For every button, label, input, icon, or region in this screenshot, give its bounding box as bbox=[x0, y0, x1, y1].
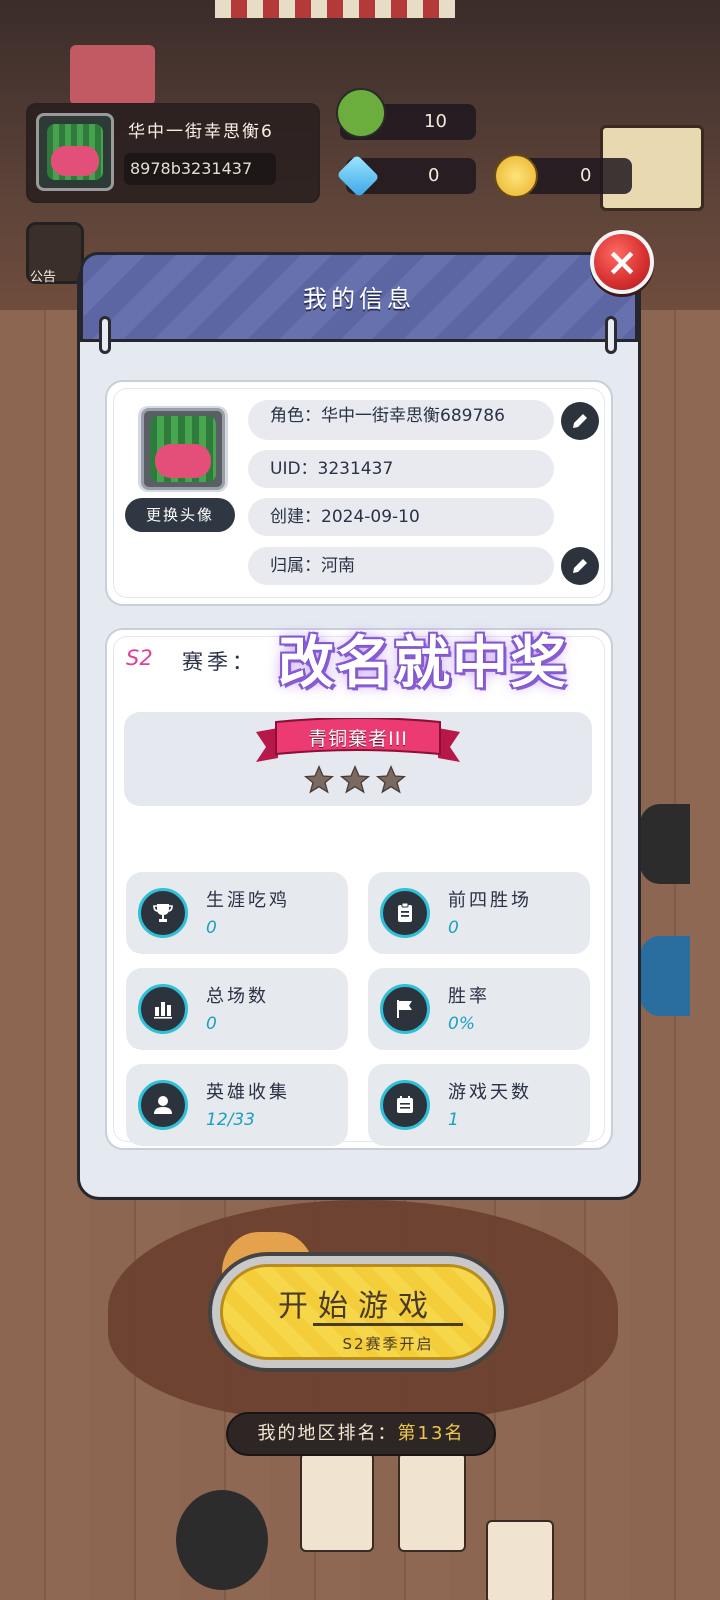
start-game-button[interactable]: 开始游戏 S2赛季开启 bbox=[208, 1252, 508, 1372]
region-rank-badge[interactable]: 我的地区排名：第13名 bbox=[226, 1412, 496, 1456]
stat-value: 0% bbox=[448, 1014, 475, 1034]
watermelon-avatar-icon bbox=[150, 416, 216, 482]
stat-value: 0 bbox=[206, 1014, 217, 1034]
clipboard-icon bbox=[380, 888, 430, 938]
stat-value: 12/33 bbox=[206, 1110, 255, 1130]
stat-label: 胜率 bbox=[448, 986, 490, 1007]
dialog-header: 我的信息 bbox=[80, 252, 638, 342]
card-decoration bbox=[398, 1452, 466, 1552]
start-game-label: 开始游戏 bbox=[278, 1289, 438, 1324]
watermelon-avatar-icon bbox=[47, 124, 103, 180]
player-uid: 8978b3231437 bbox=[124, 153, 276, 185]
profile-avatar[interactable] bbox=[138, 406, 228, 492]
dialog-title: 我的信息 bbox=[303, 285, 415, 313]
season-open-label: S2赛季开启 bbox=[342, 1335, 434, 1353]
stat-total-games: 总场数 0 bbox=[126, 968, 348, 1050]
side-button-decoration[interactable] bbox=[640, 936, 690, 1016]
edit-name-button[interactable] bbox=[561, 402, 599, 440]
bar-chart-icon bbox=[138, 984, 188, 1034]
stat-value: 0 bbox=[206, 918, 217, 938]
star-icon bbox=[339, 764, 371, 794]
pencil-icon bbox=[573, 414, 587, 428]
rank-title: 青铜棄者III bbox=[308, 728, 408, 750]
stat-top-four: 前四胜场 0 bbox=[368, 872, 590, 954]
region-rank-label: 我的地区排名： bbox=[257, 1423, 398, 1444]
player-name: 华中一街幸思衡6 bbox=[128, 122, 274, 142]
diamond-value: 0 bbox=[428, 165, 440, 186]
region-field: 归属：河南 bbox=[248, 547, 554, 585]
cat-decoration bbox=[176, 1490, 268, 1590]
player-avatar[interactable] bbox=[36, 113, 114, 191]
change-avatar-button[interactable]: 更换头像 bbox=[125, 498, 235, 532]
stat-label: 前四胜场 bbox=[448, 890, 532, 911]
binder-ring-icon bbox=[99, 316, 111, 354]
pencil-icon bbox=[573, 559, 587, 573]
stat-win-rate: 胜率 0% bbox=[368, 968, 590, 1050]
flag-icon bbox=[380, 984, 430, 1034]
stat-value: 1 bbox=[448, 1110, 459, 1130]
frog-icon bbox=[336, 88, 386, 138]
coin-value: 0 bbox=[580, 165, 592, 186]
season-label: 赛季： bbox=[182, 650, 257, 674]
uid-field: UID：3231437 bbox=[248, 450, 554, 488]
stat-label: 英雄收集 bbox=[206, 1082, 290, 1103]
shelf-decoration bbox=[70, 45, 155, 105]
promo-overlay-text: 改名就中奖 bbox=[278, 631, 568, 696]
edit-region-button[interactable] bbox=[561, 547, 599, 585]
stat-label: 游戏天数 bbox=[448, 1082, 532, 1103]
player-profile-bar[interactable]: 华中一街幸思衡6 8978b3231437 bbox=[26, 103, 320, 203]
stat-career-wins: 生涯吃鸡 0 bbox=[126, 872, 348, 954]
trophy-icon bbox=[138, 888, 188, 938]
stat-value: 0 bbox=[448, 918, 459, 938]
coin-icon bbox=[494, 154, 538, 198]
card-decoration bbox=[486, 1520, 554, 1600]
role-text: 角色：华中一街幸思衡689786 bbox=[270, 406, 505, 426]
star-icon bbox=[303, 764, 335, 794]
region-rank-value: 第13名 bbox=[397, 1423, 465, 1444]
season-code: S2 bbox=[126, 646, 153, 670]
close-button[interactable]: × bbox=[590, 230, 654, 294]
calendar-icon bbox=[380, 1080, 430, 1130]
close-icon: × bbox=[606, 240, 638, 284]
resource-value: 10 bbox=[424, 111, 447, 132]
card-decoration bbox=[300, 1452, 374, 1552]
created-field: 创建：2024-09-10 bbox=[248, 498, 554, 536]
stall-awning bbox=[215, 0, 455, 18]
stat-label: 生涯吃鸡 bbox=[206, 890, 290, 911]
notice-label: 公告 bbox=[30, 270, 57, 285]
stat-days-played: 游戏天数 1 bbox=[368, 1064, 590, 1146]
binder-ring-icon bbox=[605, 316, 617, 354]
star-icon bbox=[375, 764, 407, 794]
person-icon bbox=[138, 1080, 188, 1130]
stat-hero-collection: 英雄收集 12/33 bbox=[126, 1064, 348, 1146]
stat-label: 总场数 bbox=[206, 986, 269, 1007]
side-button-decoration[interactable] bbox=[640, 804, 690, 884]
